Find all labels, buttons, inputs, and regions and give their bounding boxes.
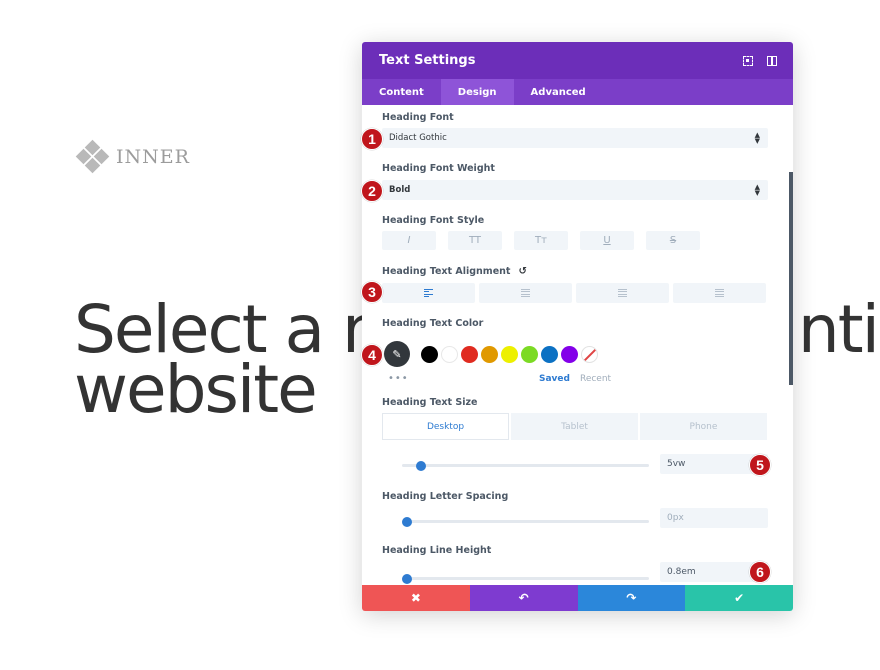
heading-font-weight-value: Bold xyxy=(389,185,411,195)
line-height-slider-knob[interactable] xyxy=(402,573,412,584)
annotation-marker-4: 4 xyxy=(361,344,383,366)
alignment-buttons xyxy=(382,283,766,303)
italic-button[interactable]: I xyxy=(382,231,436,250)
heading-font-weight-label: Heading Font Weight xyxy=(382,163,495,174)
modal-footer: ✖ ↶ ↷ ✔ xyxy=(362,585,793,611)
align-right-icon xyxy=(618,288,627,298)
text-settings-modal: Text Settings Content Design Advanced He… xyxy=(362,42,793,611)
tab-design[interactable]: Design xyxy=(440,79,514,105)
color-swatch[interactable] xyxy=(461,345,478,363)
annotation-marker-1: 1 xyxy=(361,128,383,150)
line-height-slider[interactable] xyxy=(402,573,649,584)
color-swatch[interactable] xyxy=(421,345,438,363)
scrollbar[interactable] xyxy=(789,172,793,385)
more-options-icon[interactable]: ••• xyxy=(388,373,409,384)
letter-spacing-slider-knob[interactable] xyxy=(402,516,412,527)
device-tabs: Desktop Tablet Phone xyxy=(382,413,767,440)
no-color-swatch[interactable] xyxy=(581,345,598,363)
reset-icon[interactable]: ↺ xyxy=(518,266,526,277)
annotation-marker-6: 6 xyxy=(749,561,771,583)
device-tab-tablet[interactable]: Tablet xyxy=(511,413,638,440)
recent-tab[interactable]: Recent xyxy=(580,374,611,384)
settings-body: Heading Font Didact Gothic ▲ ▼ Heading Fo… xyxy=(362,105,793,585)
heading-text-size-label: Heading Text Size xyxy=(382,397,478,408)
tab-content[interactable]: Content xyxy=(362,79,441,105)
letter-spacing-slider[interactable] xyxy=(402,516,649,527)
annotation-marker-5: 5 xyxy=(749,454,771,476)
cancel-button[interactable]: ✖ xyxy=(362,585,470,611)
eyedropper-icon: ✎ xyxy=(392,347,402,361)
tab-advanced[interactable]: Advanced xyxy=(514,79,603,105)
heading-font-value: Didact Gothic xyxy=(389,133,447,143)
logo-text: INNER xyxy=(116,146,190,168)
color-swatch[interactable] xyxy=(441,345,458,363)
text-size-slider[interactable] xyxy=(402,460,649,471)
color-swatch[interactable] xyxy=(501,345,518,363)
heading-font-select[interactable]: Didact Gothic ▲ ▼ xyxy=(382,128,768,148)
capitalize-button[interactable]: Tт xyxy=(514,231,568,250)
split-view-icon[interactable] xyxy=(767,55,777,66)
heading-font-label: Heading Font xyxy=(382,112,454,123)
close-icon: ✖ xyxy=(410,591,421,605)
device-tab-phone[interactable]: Phone xyxy=(640,413,767,440)
heading-line-height-label: Heading Line Height xyxy=(382,545,492,556)
heading-font-weight-select[interactable]: Bold ▲ ▼ xyxy=(382,180,768,200)
alignment-label-text: Heading Text Alignment xyxy=(382,266,511,277)
eyedropper-button[interactable]: ✎ xyxy=(384,341,410,367)
modal-tabs: Content Design Advanced xyxy=(362,79,793,105)
strikethrough-button[interactable]: S xyxy=(646,231,700,250)
heading-text-color-label: Heading Text Color xyxy=(382,318,484,329)
uppercase-button[interactable]: TT xyxy=(448,231,502,250)
logo-mark-icon xyxy=(75,139,110,174)
align-left-icon xyxy=(424,288,433,298)
redo-icon: ↷ xyxy=(626,591,637,605)
align-justify-button[interactable] xyxy=(673,283,766,303)
heading-font-style-label: Heading Font Style xyxy=(382,215,485,226)
save-button[interactable]: ✔ xyxy=(685,585,793,611)
color-swatches: ✎ xyxy=(384,341,598,367)
color-swatch[interactable] xyxy=(541,345,558,363)
annotation-marker-3: 3 xyxy=(361,281,383,303)
site-logo: INNER xyxy=(75,139,190,174)
select-arrows-icon: ▲ ▼ xyxy=(754,131,760,145)
color-swatch[interactable] xyxy=(481,345,498,363)
align-center-icon xyxy=(521,288,530,298)
color-swatch[interactable] xyxy=(561,345,578,363)
select-arrows-icon: ▲ ▼ xyxy=(754,183,760,197)
undo-icon: ↶ xyxy=(518,591,529,605)
redo-button[interactable]: ↷ xyxy=(577,585,686,611)
align-justify-icon xyxy=(715,288,724,298)
hero-line-1-tail: ntin xyxy=(797,291,880,368)
color-swatch[interactable] xyxy=(521,345,538,363)
align-left-button[interactable] xyxy=(382,283,475,303)
undo-button[interactable]: ↶ xyxy=(469,585,578,611)
palette-tabs: Saved Recent xyxy=(539,374,611,384)
check-icon: ✔ xyxy=(734,591,745,605)
align-center-button[interactable] xyxy=(479,283,572,303)
letter-spacing-input[interactable]: 0px xyxy=(660,508,768,528)
modal-title: Text Settings xyxy=(379,53,476,68)
underline-button[interactable]: U xyxy=(580,231,634,250)
device-tab-desktop[interactable]: Desktop xyxy=(382,413,509,440)
expand-icon[interactable] xyxy=(743,55,753,66)
font-style-buttons: I TT Tт U S xyxy=(382,231,700,250)
text-size-slider-knob[interactable] xyxy=(416,460,427,471)
heading-text-alignment-label: Heading Text Alignment ↺ xyxy=(382,266,527,277)
heading-letter-spacing-label: Heading Letter Spacing xyxy=(382,491,509,502)
align-right-button[interactable] xyxy=(576,283,669,303)
header-icons xyxy=(743,55,777,66)
annotation-marker-2: 2 xyxy=(361,180,383,202)
modal-header: Text Settings xyxy=(362,42,793,79)
saved-tab[interactable]: Saved xyxy=(539,374,570,384)
